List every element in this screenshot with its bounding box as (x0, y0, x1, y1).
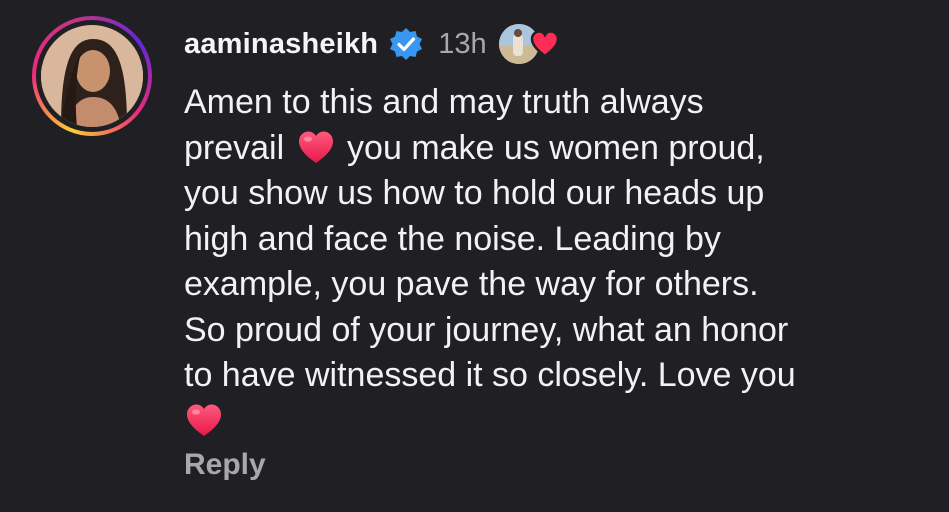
timestamp: 13h (438, 27, 487, 60)
comment-line: prevail you make us women proud, (184, 128, 765, 167)
comment-line: So proud of your journey, what an honor (184, 310, 789, 349)
heart-emoji-icon (184, 402, 224, 438)
comment-line (184, 399, 934, 445)
comment-text: Amen to this and may truth always prevai… (184, 80, 934, 444)
heart-badge-icon (529, 28, 561, 60)
avatar[interactable] (41, 25, 143, 127)
avatar-story-ring[interactable] (32, 16, 152, 136)
reply-button[interactable]: Reply (184, 448, 266, 482)
comment-line: example, you pave the way for others. (184, 265, 759, 303)
comment-header: aaminasheikh 13h (184, 22, 563, 66)
comment-line: to have witnessed it so closely. Love yo… (184, 356, 796, 394)
comment-line: high and face the noise. Leading by (184, 219, 721, 258)
heart-emoji-icon (296, 129, 336, 165)
username[interactable]: aaminasheikh (184, 28, 378, 61)
comment-line: you show us how to hold our heads up (184, 174, 765, 212)
comment-line: Amen to this and may truth always (184, 83, 704, 121)
liked-by-author-indicator (498, 22, 563, 66)
verified-badge-icon (388, 26, 424, 62)
